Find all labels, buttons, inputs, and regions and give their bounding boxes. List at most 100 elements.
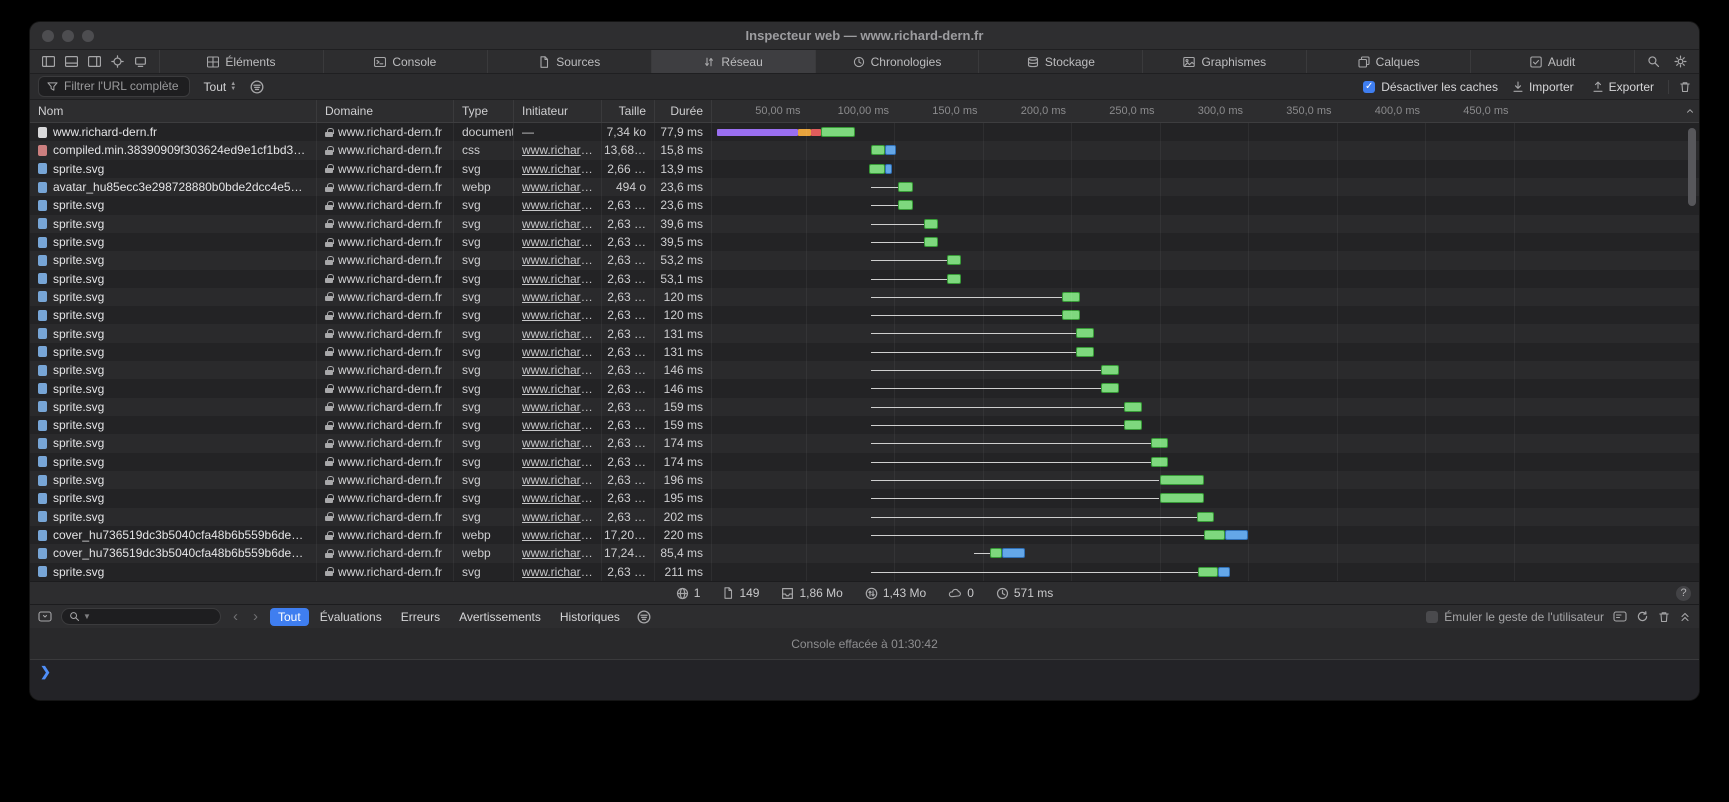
tab-audit[interactable]: Audit [1471, 50, 1635, 73]
request-initiator[interactable]: www.richard-d… [514, 398, 602, 416]
request-initiator[interactable]: www.richard-d… [514, 251, 602, 269]
table-row[interactable]: sprite.svgwww.richard-dern.frsvgwww.rich… [30, 251, 1699, 269]
search-icon[interactable] [1647, 55, 1660, 68]
table-row[interactable]: sprite.svgwww.richard-dern.frsvgwww.rich… [30, 270, 1699, 288]
table-row[interactable]: cover_hu736519dc3b5040cfa48b6b559b6de6ec… [30, 544, 1699, 562]
filter-options-icon[interactable] [250, 80, 264, 94]
column-header-size[interactable]: Taille [602, 100, 655, 122]
table-row[interactable]: sprite.svgwww.richard-dern.frsvgwww.rich… [30, 215, 1699, 233]
column-header-name[interactable]: Nom [30, 100, 317, 122]
request-initiator[interactable]: www.richard-d… [514, 416, 602, 434]
request-initiator[interactable]: www.richard-d… [514, 306, 602, 324]
request-initiator[interactable]: www.richard-d… [514, 141, 602, 159]
console-tab-évaluations[interactable]: Évaluations [312, 608, 390, 626]
vertical-scrollbar[interactable] [1688, 128, 1696, 206]
table-row[interactable]: compiled.min.38390909f303624ed9e1cf1bd3f… [30, 141, 1699, 159]
table-row[interactable]: sprite.svgwww.richard-dern.frsvgwww.rich… [30, 160, 1699, 178]
tab-console[interactable]: Console [324, 50, 488, 73]
console-evaluate-icon[interactable] [1613, 610, 1627, 623]
console-forward-button[interactable]: › [250, 609, 261, 624]
table-row[interactable]: sprite.svgwww.richard-dern.frsvgwww.rich… [30, 288, 1699, 306]
request-initiator[interactable]: www.richard-d… [514, 270, 602, 288]
request-initiator[interactable]: www.richard-d… [514, 288, 602, 306]
clear-on-reload-icon[interactable] [1636, 610, 1649, 623]
request-initiator[interactable]: www.richard-d… [514, 361, 602, 379]
gear-icon[interactable] [1674, 55, 1687, 68]
request-initiator[interactable]: www.richard-d… [514, 508, 602, 526]
console-scope-icon[interactable] [38, 610, 52, 623]
table-row[interactable]: sprite.svgwww.richard-dern.frsvgwww.rich… [30, 398, 1699, 416]
table-row[interactable]: sprite.svgwww.richard-dern.frsvgwww.rich… [30, 306, 1699, 324]
collapse-console-icon[interactable] [1679, 610, 1691, 623]
request-initiator[interactable]: www.richard-d… [514, 471, 602, 489]
toggle-left-sidebar-icon[interactable] [42, 55, 55, 68]
resource-type-select[interactable]: Tout ▲▼ [200, 78, 241, 96]
url-filter-input[interactable]: Filtrer l'URL complète [38, 76, 190, 97]
table-row[interactable]: avatar_hu85ecc3e298728880b0bde2dcc4e5c23… [30, 178, 1699, 196]
request-initiator[interactable]: www.richard-d… [514, 343, 602, 361]
device-preview-icon[interactable] [134, 55, 147, 68]
tab-network[interactable]: Réseau [652, 50, 816, 73]
table-row[interactable]: sprite.svgwww.richard-dern.frsvgwww.rich… [30, 453, 1699, 471]
console-tab-avertissements[interactable]: Avertissements [451, 608, 549, 626]
table-row[interactable]: sprite.svgwww.richard-dern.frsvgwww.rich… [30, 489, 1699, 507]
request-initiator[interactable]: www.richard-d… [514, 178, 602, 196]
scroll-top-chevron-icon[interactable] [1685, 106, 1695, 116]
column-header-duration[interactable]: Durée [655, 100, 712, 122]
table-row[interactable]: sprite.svgwww.richard-dern.frsvgwww.rich… [30, 324, 1699, 342]
table-row[interactable]: cover_hu736519dc3b5040cfa48b6b559b6de6ec… [30, 526, 1699, 544]
table-row[interactable]: sprite.svgwww.richard-dern.frsvgwww.rich… [30, 343, 1699, 361]
table-row[interactable]: sprite.svgwww.richard-dern.frsvgwww.rich… [30, 563, 1699, 581]
column-header-initiator[interactable]: Initiateur [514, 100, 602, 122]
element-picker-icon[interactable] [111, 55, 124, 68]
zoom-window-button[interactable] [82, 30, 94, 42]
table-row[interactable]: sprite.svgwww.richard-dern.frsvgwww.rich… [30, 471, 1699, 489]
request-initiator[interactable]: www.richard-d… [514, 196, 602, 214]
request-initiator[interactable]: www.richard-d… [514, 526, 602, 544]
table-row[interactable]: sprite.svgwww.richard-dern.frsvgwww.rich… [30, 434, 1699, 452]
request-initiator[interactable]: www.richard-d… [514, 489, 602, 507]
tab-layers[interactable]: Calques [1307, 50, 1471, 73]
toggle-bottom-panel-icon[interactable] [65, 55, 78, 68]
console-tab-historiques[interactable]: Historiques [552, 608, 628, 626]
request-initiator[interactable]: www.richard-d… [514, 453, 602, 471]
request-initiator[interactable]: www.richard-d… [514, 434, 602, 452]
request-initiator[interactable]: www.richard-d… [514, 379, 602, 397]
table-row[interactable]: www.richard-dern.frwww.richard-dern.frdo… [30, 123, 1699, 141]
column-header-type[interactable]: Type [454, 100, 514, 122]
table-row[interactable]: sprite.svgwww.richard-dern.frsvgwww.rich… [30, 508, 1699, 526]
request-initiator[interactable]: www.richard-d… [514, 215, 602, 233]
request-initiator[interactable]: www.richard-d… [514, 324, 602, 342]
request-initiator[interactable]: www.richard-d… [514, 563, 602, 581]
table-row[interactable]: sprite.svgwww.richard-dern.frsvgwww.rich… [30, 379, 1699, 397]
tab-storage[interactable]: Stockage [979, 50, 1143, 73]
table-row[interactable]: sprite.svgwww.richard-dern.frsvgwww.rich… [30, 361, 1699, 379]
help-button[interactable]: ? [1676, 586, 1691, 601]
close-window-button[interactable] [42, 30, 54, 42]
disable-caches-checkbox[interactable]: Désactiver les caches [1363, 80, 1498, 94]
toggle-right-sidebar-icon[interactable] [88, 55, 101, 68]
console-prompt-row[interactable]: ❯ [30, 660, 1699, 684]
tab-timelines[interactable]: Chronologies [816, 50, 980, 73]
import-button[interactable]: Importer [1508, 80, 1578, 94]
request-initiator[interactable]: www.richard-d… [514, 544, 602, 562]
emulate-user-gesture-checkbox[interactable]: Émuler le geste de l'utilisateur [1426, 610, 1604, 624]
request-initiator[interactable]: www.richard-d… [514, 233, 602, 251]
table-row[interactable]: sprite.svgwww.richard-dern.frsvgwww.rich… [30, 416, 1699, 434]
column-header-domain[interactable]: Domaine [317, 100, 454, 122]
console-tab-erreurs[interactable]: Erreurs [393, 608, 448, 626]
export-button[interactable]: Exporter [1588, 80, 1658, 94]
table-row[interactable]: sprite.svgwww.richard-dern.frsvgwww.rich… [30, 196, 1699, 214]
minimize-window-button[interactable] [62, 30, 74, 42]
clear-console-trash-icon[interactable] [1658, 611, 1670, 623]
console-search-input[interactable]: ▼ [61, 608, 221, 625]
console-back-button[interactable]: ‹ [230, 609, 241, 624]
clear-network-trash-icon[interactable] [1679, 81, 1691, 93]
console-tab-tout[interactable]: Tout [270, 608, 309, 626]
console-filter-icon[interactable] [637, 610, 651, 624]
tab-elements[interactable]: Éléments [160, 50, 324, 73]
tab-sources[interactable]: Sources [488, 50, 652, 73]
tab-graphics[interactable]: Graphismes [1143, 50, 1307, 73]
table-row[interactable]: sprite.svgwww.richard-dern.frsvgwww.rich… [30, 233, 1699, 251]
request-initiator[interactable]: www.richard-d… [514, 160, 602, 178]
